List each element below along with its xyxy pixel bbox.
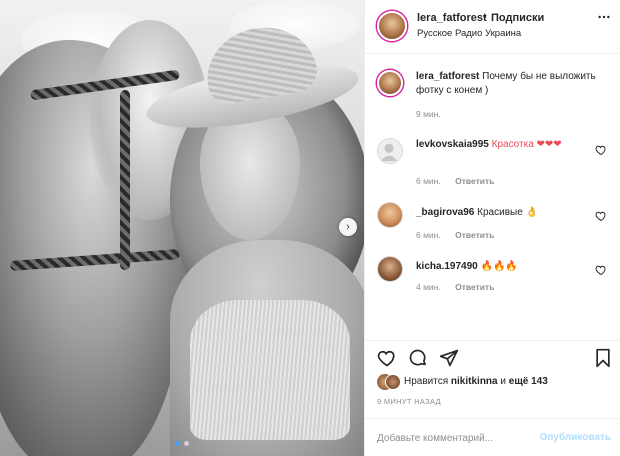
share-icon[interactable]	[439, 348, 459, 368]
chevron-right-icon: ›	[346, 220, 350, 233]
likes-user[interactable]: nikitkinna	[451, 376, 498, 387]
commenter-avatar[interactable]	[377, 202, 403, 228]
post-details-panel: lera_fatforest • Подписки Русское Радио …	[364, 0, 620, 456]
carousel-dot-active	[175, 441, 180, 446]
comment-composer: Опубликовать	[365, 418, 620, 456]
carousel-dots	[0, 441, 364, 446]
comment-meta: 6 мин. Ответить	[416, 176, 494, 186]
comment-text: _bagirova96 Красивые 👌	[416, 206, 591, 220]
post-photo[interactable]: ›	[0, 0, 364, 456]
comment-username[interactable]: levkovskaia995	[416, 139, 489, 150]
next-slide-button[interactable]: ›	[339, 218, 357, 236]
follow-button[interactable]: Подписки	[491, 12, 544, 24]
comment-meta: 4 мин. Ответить	[416, 282, 494, 292]
separator-dot: •	[483, 12, 487, 23]
publish-button[interactable]: Опубликовать	[540, 432, 611, 443]
commenter-avatar[interactable]	[377, 256, 403, 282]
author-username[interactable]: lera_fatforest	[417, 12, 487, 24]
comment-time: 6 мин.	[416, 230, 441, 240]
comment-body: 🔥🔥🔥	[480, 261, 518, 272]
heart-icon[interactable]	[377, 348, 397, 368]
caption-row: lera_fatforest Почему бы не выложить фот…	[365, 66, 620, 126]
bookmark-icon[interactable]	[593, 348, 613, 368]
comment-like-icon[interactable]	[595, 210, 607, 222]
likes-rest[interactable]: ещё 143	[509, 376, 548, 387]
more-horizontal-icon[interactable]	[597, 10, 611, 24]
comment-body: Красотка ❤❤❤	[491, 139, 562, 150]
bridle-strap	[120, 90, 130, 270]
comment-like-icon[interactable]	[595, 144, 607, 156]
comment-body: Красивые 👌	[477, 207, 538, 218]
likes-and: и	[500, 376, 506, 387]
action-bar	[365, 340, 620, 374]
comment-username[interactable]: _bagirova96	[416, 207, 474, 218]
woman-top	[190, 300, 350, 440]
caption-text: lera_fatforest Почему бы не выложить фот…	[416, 70, 606, 98]
comment-row: kicha.197490 🔥🔥🔥 4 мин. Ответить	[365, 252, 620, 302]
post-header: lera_fatforest • Подписки Русское Радио …	[365, 0, 620, 54]
likes-text[interactable]: Нравится nikitkinna и ещё 143	[404, 376, 548, 387]
comment-meta: 6 мин. Ответить	[416, 230, 494, 240]
carousel-dot	[184, 441, 189, 446]
caption-meta: 9 мин.	[416, 109, 441, 119]
default-avatar-icon	[380, 143, 398, 162]
author-avatar[interactable]	[377, 11, 407, 41]
location-link[interactable]: Русское Радио Украина	[417, 28, 521, 39]
comment-input[interactable]	[377, 430, 527, 446]
comment-time: 4 мин.	[416, 282, 441, 292]
reply-button[interactable]: Ответить	[455, 230, 494, 240]
likes-summary: Нравится nikitkinna и ещё 143	[377, 374, 617, 390]
comment-text: levkovskaia995 Красотка ❤❤❤	[416, 138, 591, 152]
comment-text: kicha.197490 🔥🔥🔥	[416, 260, 591, 274]
reply-button[interactable]: Ответить	[455, 176, 494, 186]
comment-time: 6 мин.	[416, 176, 441, 186]
likes-prefix: Нравится	[404, 376, 449, 387]
comment-username[interactable]: kicha.197490	[416, 261, 478, 272]
author-avatar[interactable]	[377, 70, 403, 96]
liker-avatar	[385, 374, 401, 390]
comment-row: levkovskaia995 Красотка ❤❤❤ 6 мин. Ответ…	[365, 134, 620, 190]
caption-username[interactable]: lera_fatforest	[416, 71, 479, 82]
comment-like-icon[interactable]	[595, 264, 607, 276]
reply-button[interactable]: Ответить	[455, 282, 494, 292]
commenter-avatar[interactable]	[377, 138, 403, 164]
comment-row: _bagirova96 Красивые 👌 6 мин. Ответить	[365, 198, 620, 248]
post-timestamp[interactable]: 9 минут назад	[377, 397, 441, 406]
caption-time: 9 мин.	[416, 109, 441, 119]
comment-icon[interactable]	[408, 348, 428, 368]
